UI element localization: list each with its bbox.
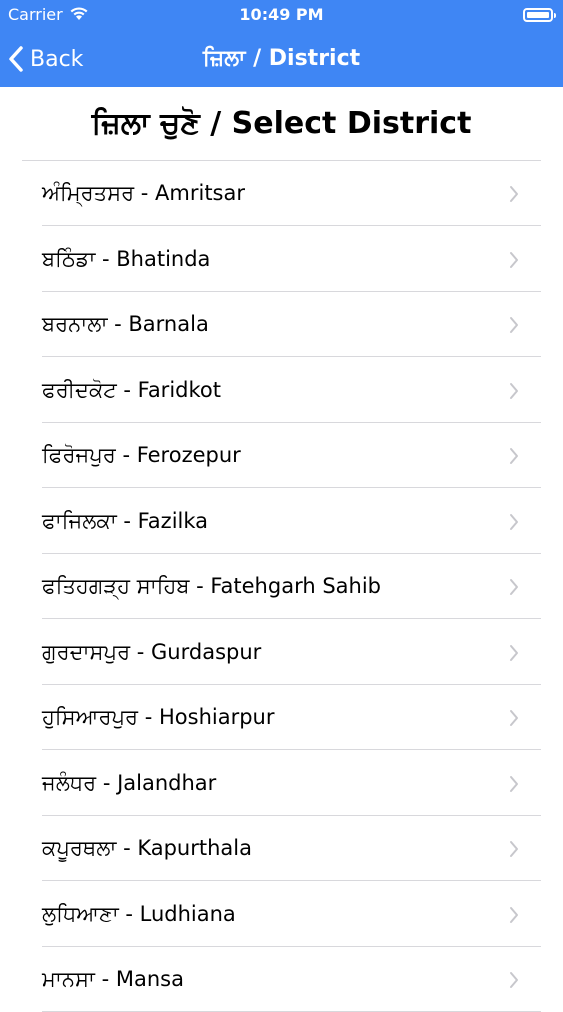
chevron-right-icon [509,513,519,535]
district-label: ਮਾਨਸਾ - Mansa [42,967,184,991]
district-row[interactable]: ਫਾਜਿਲਕਾ - Fazilka [0,489,563,554]
district-row[interactable]: ਕਪੂਰਥਲਾ - Kapurthala [0,816,563,881]
district-label: ਫਰੀਦਕੋਟ - Faridkot [42,377,221,402]
district-row[interactable]: ਫਿਰੋਜਪੁਰ - Ferozepur [0,423,563,488]
nav-title: ਜ਼ਿਲਾ / District [202,46,361,71]
district-label: ਫਤਿਹਗੜ੍ਹ ਸਾਹਿਬ - Fatehgarh Sahib [42,574,381,598]
chevron-right-icon [509,578,519,600]
district-label: ਫਾਜਿਲਕਾ - Fazilka [42,508,209,533]
district-row[interactable]: ਜਲੰਧਰ - Jalandhar [0,751,563,816]
district-label: ਲੁਧਿਆਣਾ - Ludhiana [42,901,236,926]
status-bar: Carrier 10:49 PM [0,0,563,31]
district-row[interactable]: ਅੰਮ੍ਰਿਤਸਰ - Amritsar [0,161,563,226]
navigation-bar: Back ਜ਼ਿਲਾ / District [0,31,563,87]
district-label: ਹੁਸਿਆਰਪੁਰ - Hoshiarpur [42,705,275,729]
chevron-right-icon [509,644,519,666]
status-time: 10:49 PM [239,5,324,24]
district-label: ਫਿਰੋਜਪੁਰ - Ferozepur [42,443,241,467]
battery-icon [523,8,556,22]
district-row[interactable]: ਹੁਸਿਆਰਪੁਰ - Hoshiarpur [0,685,563,750]
chevron-right-icon [509,251,519,273]
chevron-right-icon [509,185,519,207]
district-row[interactable]: ਬਰਨਾਲਾ - Barnala [0,292,563,357]
district-label: ਅੰਮ੍ਰਿਤਸਰ - Amritsar [42,181,246,205]
page-title: ਜ਼ਿਲਾ ਚੁਣੋ / Select District [91,106,472,141]
district-label: ਜਲੰਧਰ - Jalandhar [42,770,217,795]
district-label: ਗੁਰਦਾਸਪੁਰ - Gurdaspur [42,639,262,664]
chevron-right-icon [509,316,519,338]
district-row[interactable]: ਲੁਧਿਆਣਾ - Ludhiana [0,882,563,947]
chevron-right-icon [509,447,519,469]
district-label: ਬਰਨਾਲਾ - Barnala [42,312,209,336]
chevron-right-icon [509,382,519,404]
chevron-right-icon [509,971,519,993]
chevron-right-icon [509,709,519,731]
chevron-right-icon [509,906,519,928]
district-row[interactable]: ਫਤਿਹਗੜ੍ਹ ਸਾਹਿਬ - Fatehgarh Sahib [0,554,563,619]
district-row[interactable]: ਗੁਰਦਾਸਪੁਰ - Gurdaspur [0,620,563,685]
district-label: ਬਠਿੰਡਾ - Bhatinda [42,246,211,271]
district-row[interactable]: ਬਠਿੰਡਾ - Bhatinda [0,227,563,292]
district-row[interactable]: ਮਾਨਸਾ - Mansa [0,947,563,1012]
chevron-right-icon [509,775,519,797]
district-row[interactable]: ਫਰੀਦਕੋਟ - Faridkot [0,358,563,423]
chevron-right-icon [509,840,519,862]
district-label: ਕਪੂਰਥਲਾ - Kapurthala [42,836,252,860]
